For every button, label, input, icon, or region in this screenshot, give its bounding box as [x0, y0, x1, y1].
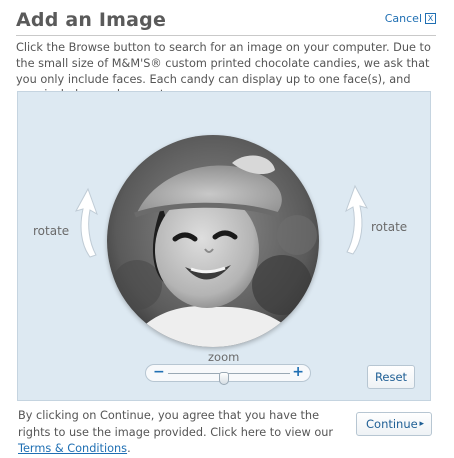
face-photo[interactable]	[107, 135, 319, 347]
agreement-prefix: By clicking on Continue, you agree that …	[18, 409, 334, 439]
image-editor-area: rotate rotate zoom − + Reset	[17, 91, 431, 401]
terms-link[interactable]: Terms & Conditions	[18, 442, 127, 455]
continue-button[interactable]: Continue ▸	[356, 412, 432, 436]
rotate-right-icon[interactable]	[343, 184, 371, 256]
agreement-text: By clicking on Continue, you agree that …	[18, 408, 343, 458]
zoom-out-icon[interactable]: −	[153, 365, 165, 380]
reset-button[interactable]: Reset	[367, 365, 415, 389]
title-divider	[16, 35, 436, 36]
zoom-in-icon[interactable]: +	[292, 365, 304, 380]
chevron-right-icon: ▸	[419, 419, 424, 429]
dialog-title: Add an Image	[16, 9, 167, 31]
photo-image	[107, 135, 319, 347]
zoom-label: zoom	[208, 350, 240, 364]
rotate-left-label: rotate	[33, 224, 70, 238]
continue-label: Continue	[366, 417, 418, 431]
cancel-label: Cancel	[384, 12, 422, 25]
rotate-right-label: rotate	[371, 220, 408, 234]
zoom-track	[168, 373, 290, 374]
zoom-thumb[interactable]	[218, 372, 229, 385]
close-icon: X	[425, 13, 436, 24]
cancel-button[interactable]: Cancel X	[385, 12, 436, 25]
zoom-slider[interactable]: − +	[145, 364, 311, 385]
agreement-suffix: .	[127, 442, 131, 455]
rotate-left-icon[interactable]	[72, 187, 100, 259]
